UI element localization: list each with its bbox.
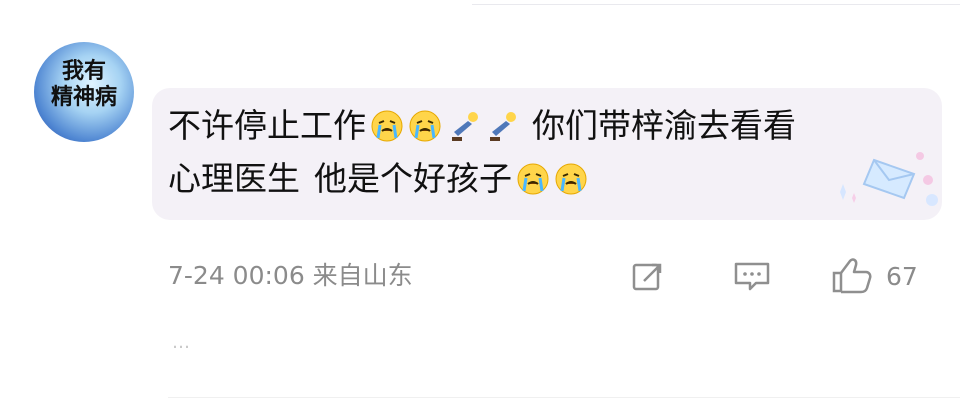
comment-text-segment-1: 不许停止工作 <box>168 106 366 145</box>
reply-button[interactable] <box>732 258 774 294</box>
avatar[interactable]: 我有 精神病 <box>34 42 134 142</box>
bubble-decoration <box>812 140 942 220</box>
repost-button[interactable] <box>630 258 668 294</box>
more-indicator: … <box>172 332 192 353</box>
comment-meta: 7-24 00:06 来自山东 <box>168 261 413 290</box>
comment-text-segment-2: 你们带梓渝去看看 <box>532 106 796 145</box>
comment-meta-row: 7-24 00:06 来自山东 67 <box>168 256 948 296</box>
like-icon <box>830 258 874 294</box>
like-count: 67 <box>886 261 918 291</box>
like-button[interactable]: 67 <box>830 258 918 294</box>
crying-emoji <box>516 162 550 196</box>
kneeling-emoji <box>484 109 518 143</box>
bottom-divider <box>168 397 960 398</box>
comment-bubble[interactable]: 不许停止工作 你们带梓渝去看看 心理医生 他是个好孩子 <box>152 88 942 220</box>
crying-emoji <box>408 109 442 143</box>
repost-icon <box>630 259 668 293</box>
comment-line-2: 心理医生 他是个好孩子 <box>168 159 588 199</box>
kneeling-emoji <box>446 109 480 143</box>
top-divider <box>472 4 960 5</box>
comment-line-1: 不许停止工作 你们带梓渝去看看 <box>168 106 796 146</box>
crying-emoji <box>370 109 404 143</box>
reply-icon <box>732 259 774 293</box>
avatar-text: 我有 精神病 <box>50 59 117 110</box>
crying-emoji <box>554 162 588 196</box>
comment-text-segment-3: 心理医生 <box>168 159 300 198</box>
comment-text-segment-4: 他是个好孩子 <box>314 159 512 198</box>
